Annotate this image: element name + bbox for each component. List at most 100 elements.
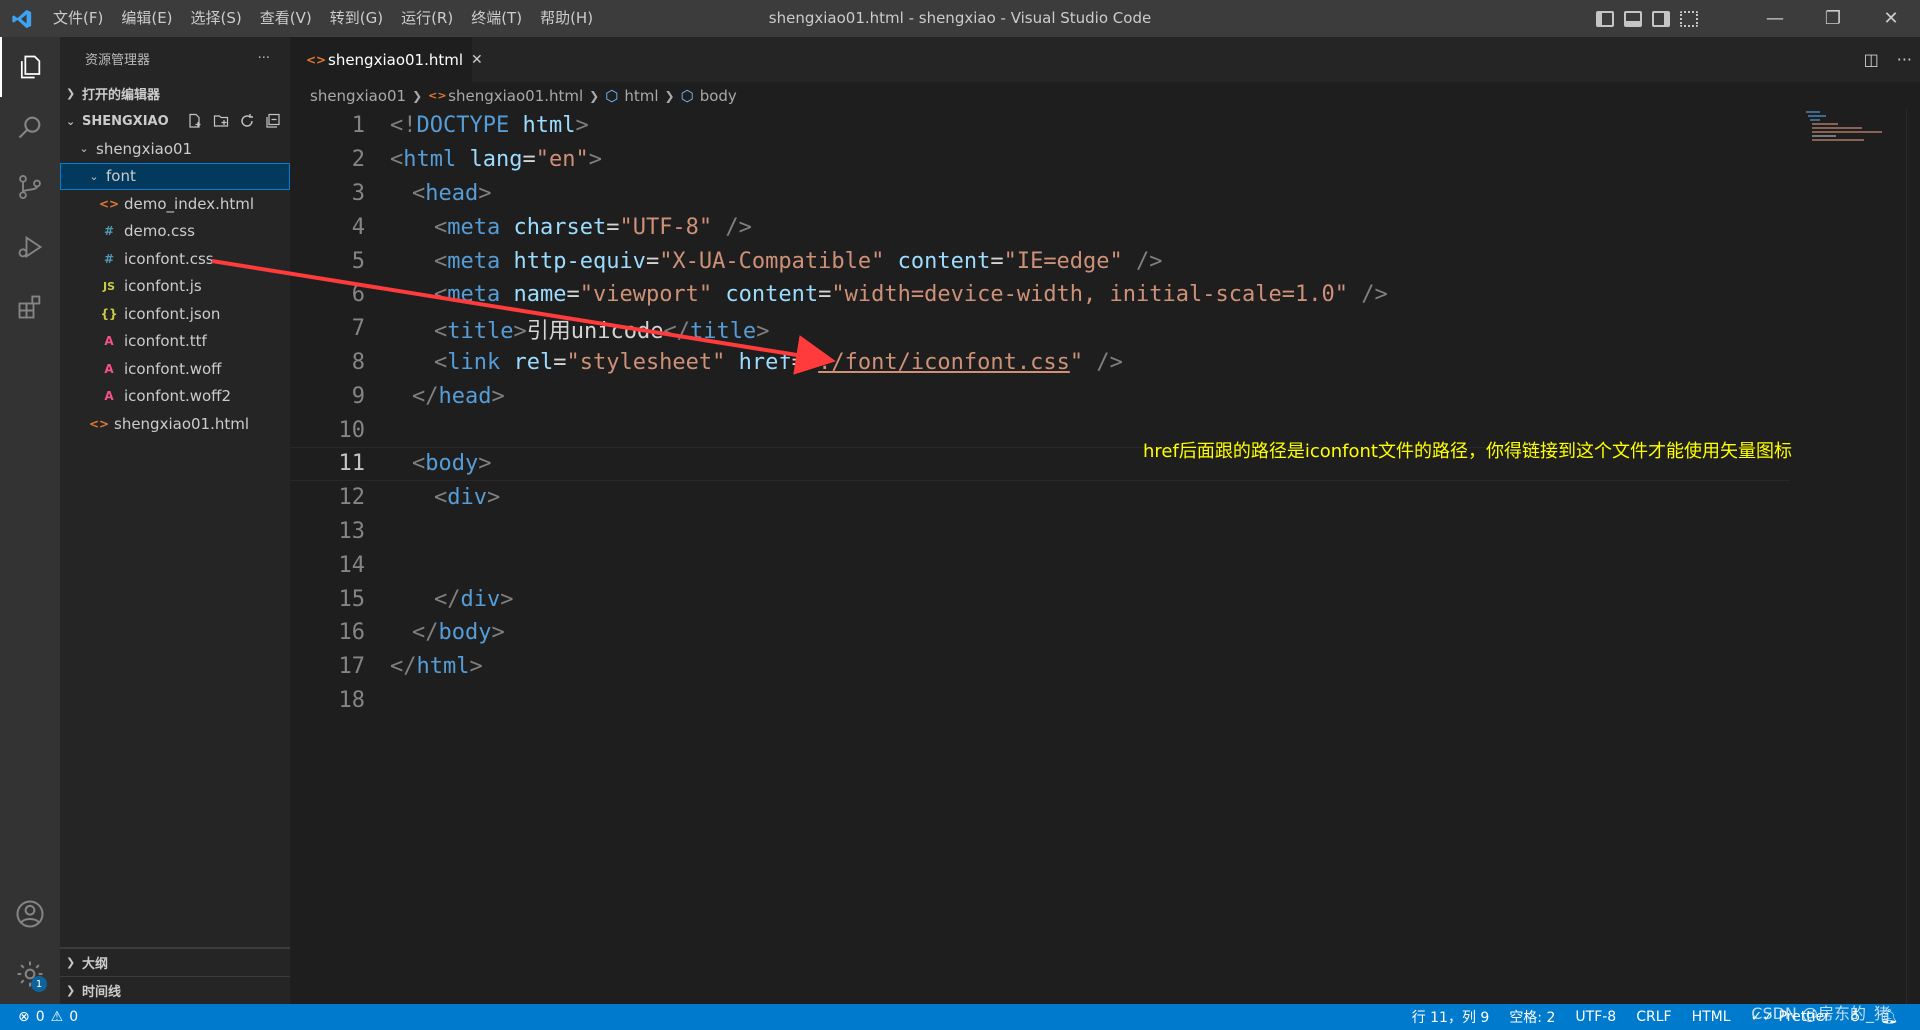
timeline-section[interactable]: ❯ 时间线 bbox=[60, 976, 290, 1004]
menu-help[interactable]: 帮助(H) bbox=[531, 0, 602, 37]
tree-file-iconfont-json[interactable]: {} iconfont.json bbox=[60, 300, 290, 328]
encoding[interactable]: UTF-8 bbox=[1565, 1009, 1626, 1025]
indentation[interactable]: 空格: 2 bbox=[1499, 1007, 1565, 1027]
menu-run[interactable]: 运行(R) bbox=[392, 0, 462, 37]
line-number: 9 bbox=[351, 383, 365, 409]
end-of-line[interactable]: CRLF bbox=[1626, 1009, 1681, 1025]
tree-label: demo_index.html bbox=[124, 194, 255, 213]
search-icon[interactable] bbox=[0, 97, 60, 157]
chevron-right-icon: ❯ bbox=[66, 984, 76, 997]
toggle-primary-sidebar-icon[interactable] bbox=[1596, 10, 1614, 27]
code-line: 5 <meta http-equiv="X-UA-Compatible" con… bbox=[290, 244, 1790, 278]
minimize-icon[interactable]: — bbox=[1746, 0, 1804, 37]
line-content: <!DOCTYPE html> bbox=[390, 113, 589, 139]
vscode-logo-icon[interactable] bbox=[0, 0, 44, 37]
outline-section[interactable]: ❯ 大纲 bbox=[60, 948, 290, 976]
breadcrumb-file[interactable]: shengxiao01.html bbox=[448, 87, 583, 105]
line-number: 5 bbox=[351, 248, 365, 274]
minimap[interactable] bbox=[1806, 109, 1896, 169]
href-link[interactable]: ./font/iconfont.css bbox=[818, 350, 1070, 375]
workspace-section[interactable]: ⌄ SHENGXIAO bbox=[60, 107, 290, 135]
explorer-header: 资源管理器 ··· bbox=[60, 37, 290, 79]
breadcrumb: shengxiao01 ❯ <> shengxiao01.html ❯ ⬡ ht… bbox=[290, 82, 1920, 109]
accounts-icon[interactable] bbox=[0, 884, 60, 944]
code-line: 14 bbox=[290, 548, 1790, 582]
menu-selection[interactable]: 选择(S) bbox=[182, 0, 251, 37]
more-actions-icon[interactable]: ··· bbox=[258, 51, 270, 66]
line-number: 2 bbox=[351, 147, 365, 173]
toggle-panel-icon[interactable] bbox=[1624, 10, 1642, 27]
run-debug-icon[interactable] bbox=[0, 217, 60, 277]
new-folder-icon[interactable] bbox=[212, 112, 230, 130]
menu-go[interactable]: 转到(G) bbox=[321, 0, 392, 37]
explorer-icon[interactable] bbox=[0, 37, 60, 97]
breadcrumb-body[interactable]: body bbox=[700, 87, 737, 105]
code-line: 9 </head> bbox=[290, 379, 1790, 413]
line-number: 17 bbox=[338, 654, 366, 680]
tree-file-iconfont-ttf[interactable]: A iconfont.ttf bbox=[60, 328, 290, 356]
extensions-icon[interactable] bbox=[0, 277, 60, 337]
tree-file-iconfont-js[interactable]: JS iconfont.js bbox=[60, 273, 290, 301]
tree-file-demo-index-html[interactable]: <> demo_index.html bbox=[60, 190, 290, 218]
line-content: <html lang="en"> bbox=[390, 147, 602, 173]
tree-file-iconfont-woff2[interactable]: A iconfont.woff2 bbox=[60, 383, 290, 411]
line-content: <div> bbox=[434, 485, 501, 511]
more-actions-icon[interactable]: ··· bbox=[1897, 50, 1912, 69]
code-editor[interactable]: 1 <!DOCTYPE html> 2 <html lang="en"> 3 <… bbox=[290, 109, 1790, 717]
split-editor-icon[interactable]: ◫ bbox=[1864, 50, 1879, 69]
activity-bar-bottom: 1 bbox=[0, 884, 60, 1004]
status-bar: ⊗ 0 ⚠ 0 行 11，列 9 空格: 2 UTF-8 CRLF HTML ✓… bbox=[0, 1004, 1920, 1030]
manage-gear-icon[interactable]: 1 bbox=[0, 944, 60, 1004]
open-editors-label: 打开的编辑器 bbox=[82, 87, 161, 103]
vertical-scrollbar[interactable] bbox=[1906, 109, 1920, 1004]
line-number: 11 bbox=[338, 451, 366, 477]
code-line: 18 bbox=[290, 684, 1790, 718]
timeline-label: 时间线 bbox=[82, 985, 122, 1000]
line-number: 10 bbox=[338, 417, 366, 443]
line-number: 13 bbox=[338, 518, 366, 544]
symbol-element-icon: ⬡ bbox=[680, 86, 694, 105]
line-content: </head> bbox=[412, 383, 505, 409]
chevron-right-icon: ❯ bbox=[589, 88, 600, 103]
explorer-title: 资源管理器 bbox=[85, 52, 151, 68]
refresh-icon[interactable] bbox=[238, 112, 256, 130]
tree-folder-font[interactable]: ⌄ font bbox=[60, 162, 290, 190]
chevron-right-icon: ❯ bbox=[664, 88, 675, 103]
line-content: </html> bbox=[390, 654, 483, 680]
close-icon[interactable]: ✕ bbox=[1862, 0, 1920, 37]
menu-terminal[interactable]: 终端(T) bbox=[462, 0, 531, 37]
code-line: 15 </div> bbox=[290, 582, 1790, 616]
tree-file-iconfont-woff[interactable]: A iconfont.woff bbox=[60, 355, 290, 383]
editor-area: <> shengxiao01.html ✕ ◫ ··· shengxiao01 … bbox=[290, 37, 1920, 1004]
code-line: 7 <title>引用unicode</title> bbox=[290, 312, 1790, 346]
cursor-position[interactable]: 行 11，列 9 bbox=[1402, 1007, 1500, 1027]
menu-file[interactable]: 文件(F) bbox=[44, 0, 112, 37]
line-number: 12 bbox=[338, 485, 366, 511]
toggle-secondary-sidebar-icon[interactable] bbox=[1652, 10, 1670, 27]
font-file-icon: A bbox=[104, 389, 114, 404]
line-content: <body> bbox=[412, 451, 492, 477]
language-mode[interactable]: HTML bbox=[1682, 1009, 1741, 1025]
collapse-all-icon[interactable] bbox=[264, 112, 282, 130]
tree-file-iconfont-css[interactable]: # iconfont.css bbox=[60, 245, 290, 273]
tree-folder-shengxiao01[interactable]: ⌄ shengxiao01 bbox=[60, 135, 290, 163]
menu-bar: 文件(F) 编辑(E) 选择(S) 查看(V) 转到(G) 运行(R) 终端(T… bbox=[44, 0, 602, 37]
close-tab-icon[interactable]: ✕ bbox=[471, 52, 483, 68]
breadcrumb-folder[interactable]: shengxiao01 bbox=[310, 87, 406, 105]
tree-file-demo-css[interactable]: # demo.css bbox=[60, 218, 290, 246]
breadcrumb-html[interactable]: html bbox=[624, 87, 658, 105]
open-editors-section[interactable]: ❯ 打开的编辑器 bbox=[60, 79, 290, 107]
tree-file-shengxiao01-html[interactable]: <> shengxiao01.html bbox=[60, 410, 290, 438]
window-controls: — ❐ ✕ bbox=[1746, 0, 1920, 37]
tab-shengxiao01-html[interactable]: <> shengxiao01.html ✕ bbox=[290, 37, 483, 82]
menu-edit[interactable]: 编辑(E) bbox=[112, 0, 181, 37]
explorer-sidebar: 资源管理器 ··· ❯ 打开的编辑器 ⌄ SHENGXIAO ⌄ shengxi… bbox=[60, 37, 290, 1004]
new-file-icon[interactable] bbox=[186, 112, 204, 130]
line-number: 7 bbox=[351, 316, 365, 342]
restore-icon[interactable]: ❐ bbox=[1804, 0, 1862, 37]
status-problems[interactable]: ⊗ 0 ⚠ 0 bbox=[0, 1009, 78, 1025]
source-control-icon[interactable] bbox=[0, 157, 60, 217]
code-line: 13 bbox=[290, 515, 1790, 549]
customize-layout-icon[interactable] bbox=[1680, 10, 1698, 27]
menu-view[interactable]: 查看(V) bbox=[251, 0, 321, 37]
